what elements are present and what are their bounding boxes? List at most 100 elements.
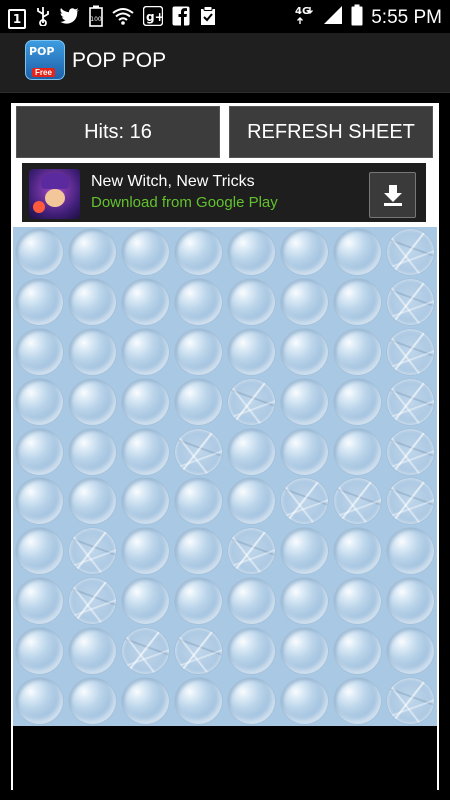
bubble[interactable] xyxy=(69,379,116,425)
bubble[interactable] xyxy=(122,578,169,624)
bubble[interactable] xyxy=(122,379,169,425)
bubble[interactable] xyxy=(228,478,275,524)
bubble[interactable] xyxy=(69,628,116,674)
bubble[interactable] xyxy=(122,279,169,325)
refresh-sheet-button[interactable]: REFRESH SHEET xyxy=(229,106,433,158)
bubble[interactable] xyxy=(16,279,63,325)
bubble[interactable] xyxy=(122,329,169,375)
popped-bubble[interactable] xyxy=(387,229,434,275)
bubble[interactable] xyxy=(281,528,328,574)
download-icon[interactable] xyxy=(369,172,416,218)
hits-counter-button[interactable]: Hits: 16 xyxy=(16,106,220,158)
svg-text:g+: g+ xyxy=(146,10,163,24)
bubble[interactable] xyxy=(69,229,116,275)
bubble[interactable] xyxy=(334,528,381,574)
clock: 5:55 PM xyxy=(371,6,442,28)
popped-bubble[interactable] xyxy=(175,429,222,475)
ad-subtitle[interactable]: Download from Google Play xyxy=(91,194,278,211)
bubble[interactable] xyxy=(334,628,381,674)
bubble[interactable] xyxy=(281,628,328,674)
bubble[interactable] xyxy=(387,528,434,574)
bubble[interactable] xyxy=(281,329,328,375)
bubble[interactable] xyxy=(16,379,63,425)
app-icon-wordmark: POP xyxy=(29,45,55,58)
bubble[interactable] xyxy=(281,578,328,624)
app-title: POP POP xyxy=(72,49,167,72)
bubble[interactable] xyxy=(175,478,222,524)
bubble[interactable] xyxy=(334,329,381,375)
bubble[interactable] xyxy=(16,578,63,624)
popped-bubble[interactable] xyxy=(122,628,169,674)
popped-bubble[interactable] xyxy=(387,678,434,724)
popped-bubble[interactable] xyxy=(69,528,116,574)
popped-bubble[interactable] xyxy=(281,478,328,524)
bubble[interactable] xyxy=(281,429,328,475)
bubble[interactable] xyxy=(16,229,63,275)
bubble[interactable] xyxy=(122,478,169,524)
bubble[interactable] xyxy=(69,478,116,524)
bubble[interactable] xyxy=(387,578,434,624)
bubble[interactable] xyxy=(228,329,275,375)
status-bar: 1 100 g+ 4G 5:55 PM xyxy=(0,0,450,33)
popped-bubble[interactable] xyxy=(228,379,275,425)
bubble[interactable] xyxy=(16,429,63,475)
bubble[interactable] xyxy=(228,279,275,325)
bubble[interactable] xyxy=(281,678,328,724)
clipboard-check-icon xyxy=(199,6,217,31)
bubble[interactable] xyxy=(16,528,63,574)
bubble[interactable] xyxy=(175,229,222,275)
bubble[interactable] xyxy=(334,678,381,724)
bubble[interactable] xyxy=(122,678,169,724)
popped-bubble[interactable] xyxy=(387,379,434,425)
bubble[interactable] xyxy=(175,678,222,724)
bubble[interactable] xyxy=(281,379,328,425)
popped-bubble[interactable] xyxy=(69,578,116,624)
popped-bubble[interactable] xyxy=(387,279,434,325)
bubble[interactable] xyxy=(281,279,328,325)
bubble[interactable] xyxy=(228,229,275,275)
bubble[interactable] xyxy=(175,279,222,325)
popped-bubble[interactable] xyxy=(228,528,275,574)
popped-bubble[interactable] xyxy=(387,429,434,475)
facebook-icon xyxy=(172,6,190,31)
bubble[interactable] xyxy=(228,678,275,724)
bubble[interactable] xyxy=(228,628,275,674)
action-bar xyxy=(0,33,450,93)
bubble[interactable] xyxy=(16,478,63,524)
popped-bubble[interactable] xyxy=(175,628,222,674)
bubble[interactable] xyxy=(122,429,169,475)
bubble[interactable] xyxy=(122,528,169,574)
notification-count-icon: 1 xyxy=(8,8,26,29)
ad-title[interactable]: New Witch, New Tricks xyxy=(91,173,255,191)
ad-banner[interactable] xyxy=(22,163,426,222)
bubble[interactable] xyxy=(69,429,116,475)
bubble[interactable] xyxy=(334,229,381,275)
bubble[interactable] xyxy=(69,329,116,375)
bubble[interactable] xyxy=(175,528,222,574)
bubble-sheet[interactable] xyxy=(13,227,437,726)
bubble[interactable] xyxy=(69,279,116,325)
pop-pop-app-icon[interactable]: POP Free xyxy=(25,40,65,80)
bubble[interactable] xyxy=(334,279,381,325)
bubble[interactable] xyxy=(175,578,222,624)
bubble[interactable] xyxy=(16,329,63,375)
signal-icon xyxy=(323,5,343,30)
bubble[interactable] xyxy=(16,678,63,724)
bubble[interactable] xyxy=(334,429,381,475)
bubble[interactable] xyxy=(16,628,63,674)
bubble[interactable] xyxy=(175,379,222,425)
bubble[interactable] xyxy=(334,578,381,624)
bottom-area xyxy=(13,726,437,790)
bubble[interactable] xyxy=(175,329,222,375)
bubble[interactable] xyxy=(228,578,275,624)
popped-bubble[interactable] xyxy=(334,478,381,524)
popped-bubble[interactable] xyxy=(387,478,434,524)
bubble[interactable] xyxy=(228,429,275,475)
popped-bubble[interactable] xyxy=(387,329,434,375)
bubble[interactable] xyxy=(122,229,169,275)
game-thumbnail-icon[interactable] xyxy=(29,169,80,219)
bubble[interactable] xyxy=(334,379,381,425)
bubble[interactable] xyxy=(69,678,116,724)
bubble[interactable] xyxy=(387,628,434,674)
bubble[interactable] xyxy=(281,229,328,275)
